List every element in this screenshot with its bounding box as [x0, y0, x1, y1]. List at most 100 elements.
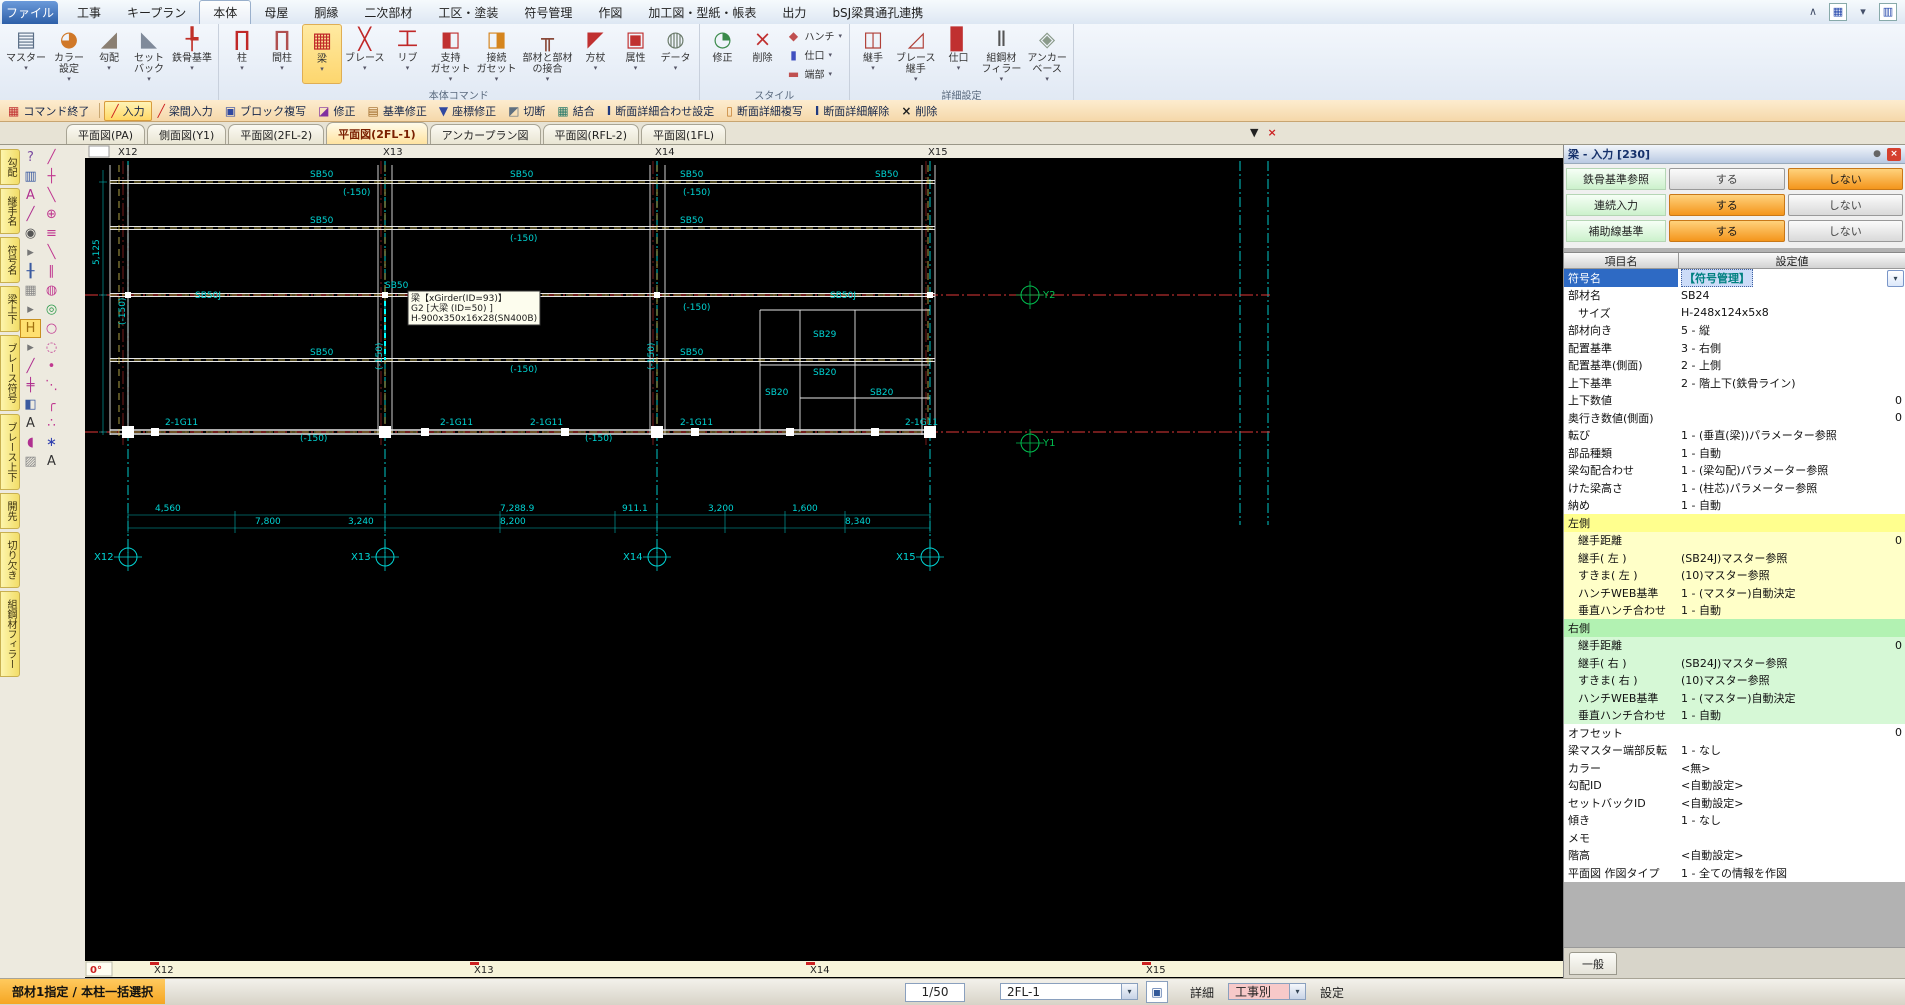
command-button-10[interactable]: ▯ 断面詳細複写 [720, 102, 809, 120]
property-row-20[interactable]: 右側 [1564, 619, 1905, 637]
property-value-16[interactable]: (SB24J)マスター参照 [1678, 549, 1905, 567]
ribbon-button-1-7[interactable]: ╥ 部材と部材 の接合 ▾ [520, 24, 576, 84]
menu-item-11[interactable]: bSJ梁貫通孔連携 [819, 0, 936, 24]
help-tool-icon[interactable]: ? [20, 148, 41, 167]
ribbon-button-1-10[interactable]: ◍ データ ▾ [656, 24, 696, 84]
property-row-18[interactable]: ハンチWEB基準 1 - (マスター)自動決定 [1564, 584, 1905, 602]
toggle-off-button-0[interactable]: しない [1787, 168, 1903, 190]
menu-item-8[interactable]: 作図 [585, 0, 635, 24]
property-row-10[interactable]: 部品種類 1 - 自動 [1564, 444, 1905, 462]
dotted-line-tool-icon[interactable]: ⋱ [41, 376, 62, 395]
cad-canvas[interactable]: X12 X13 X14 X15 X12 X13 X14 X15 0° X12 X13 X14 X15 Y2… [85, 145, 1563, 978]
concentric-circle-tool-icon[interactable]: ◎ [41, 300, 62, 319]
offset-line-tool-icon[interactable]: ╲ [41, 243, 62, 262]
sidebar-tab-7[interactable]: 切り欠き [0, 532, 20, 588]
window-icon[interactable]: ▥ [1879, 3, 1897, 21]
fill-tool-icon[interactable]: ◧ [20, 395, 41, 414]
file-menu-button[interactable]: ファイル [2, 1, 58, 24]
property-value-12[interactable]: 1 - (柱芯)パラメーター参照 [1678, 479, 1905, 497]
view-tab-4[interactable]: アンカープラン図 [429, 124, 541, 144]
floor-select[interactable]: 2FL-1 ▾ [1000, 983, 1138, 1000]
sidebar-tab-2[interactable]: 符号名 [0, 237, 20, 283]
chevron-down-icon[interactable]: ▾ [1887, 270, 1904, 287]
property-value-34[interactable]: 1 - 全ての情報を作図 [1678, 864, 1905, 882]
ribbon-button-2-1[interactable]: × 削除 [743, 24, 783, 84]
property-row-28[interactable]: カラー <無> [1564, 759, 1905, 777]
ribbon-button-1-9[interactable]: ▣ 属性 ▾ [616, 24, 656, 84]
menu-item-1[interactable]: キープラン [114, 0, 199, 24]
ribbon-button-1-4[interactable]: 工リブ ▾ [388, 24, 428, 84]
property-row-4[interactable]: 配置基準 3 - 右側 [1564, 339, 1905, 357]
property-value-13[interactable]: 1 - 自動 [1678, 497, 1905, 515]
command-button-3[interactable]: ▣ ブロック複写 [219, 102, 312, 120]
property-row-12[interactable]: けた梁高さ 1 - (柱芯)パラメーター参照 [1564, 479, 1905, 497]
command-button-2[interactable]: ╱ 梁間入力 [152, 102, 219, 120]
command-button-6[interactable]: ▼ 座標修正 [433, 102, 502, 120]
property-row-9[interactable]: 転び 1 - (垂直(梁))パラメーター参照 [1564, 426, 1905, 445]
circle-center-tool-icon[interactable]: ⊕ [41, 205, 62, 224]
ribbon-button-1-0[interactable]: ∏ 柱 ▾ [222, 24, 262, 84]
ribbon-button-1-3[interactable]: ╳ ブレース ▾ [342, 24, 388, 84]
property-value-26[interactable]: 0 [1678, 724, 1905, 742]
close-view-icon[interactable]: × [1267, 126, 1276, 140]
expand-icon-1-icon[interactable]: ▸ [20, 243, 41, 262]
collapse-ribbon-icon[interactable]: ∧ [1804, 3, 1822, 21]
parallel-lines-tool-icon[interactable]: ≡ [41, 224, 62, 243]
ribbon-small-button-2-2[interactable]: ▬ 端部 ▾ [787, 65, 843, 82]
property-row-22[interactable]: 継手( 右 ) (SB24J)マスター参照 [1564, 654, 1905, 672]
double-line-tool-icon[interactable]: ∥ [41, 262, 62, 281]
point-circle-tool-icon[interactable]: ◍ [41, 281, 62, 300]
menu-item-9[interactable]: 加工図・型紙・帳表 [635, 0, 769, 24]
tab-scroll-icon[interactable]: ▼ [1250, 126, 1258, 140]
ribbon-small-button-2-0[interactable]: ◆ ハンチ ▾ [787, 27, 842, 44]
property-value-32[interactable] [1678, 829, 1905, 847]
view-tab-5[interactable]: 平面図(RFL-2) [542, 124, 639, 144]
property-row-29[interactable]: 勾配ID <自動設定> [1564, 776, 1905, 795]
property-row-19[interactable]: 垂直ハンチ合わせ 1 - 自動 [1564, 601, 1905, 619]
menu-item-0[interactable]: 工事 [64, 0, 114, 24]
settings-label[interactable]: 設定 [1320, 984, 1344, 1001]
property-row-34[interactable]: 平面図 作図タイプ 1 - 全ての情報を作図 [1564, 864, 1905, 882]
hatch-tool-icon[interactable]: ▨ [20, 452, 41, 471]
calendar-icon[interactable]: ▦ [1829, 3, 1847, 21]
ribbon-button-3-2[interactable]: ▊ 仕口 ▾ [939, 24, 979, 84]
h-steel-tool-icon[interactable]: H [20, 319, 41, 338]
ribbon-button-0-0[interactable]: ▤ マスター ▾ [3, 24, 49, 84]
property-value-15[interactable]: 0 [1678, 532, 1905, 550]
ribbon-button-3-4[interactable]: ◈ アンカー ベース ▾ [1024, 24, 1070, 84]
ribbon-button-3-0[interactable]: ◫ 継手 ▾ [853, 24, 893, 84]
dimension-tool-icon[interactable]: ╱ [20, 357, 41, 376]
layer-button[interactable]: ▣ [1146, 981, 1168, 1003]
command-button-4[interactable]: ◪ 修正 [312, 102, 361, 120]
property-row-30[interactable]: セットバックID <自動設定> [1564, 794, 1905, 812]
property-value-31[interactable]: 1 - なし [1678, 812, 1905, 830]
property-value-8[interactable]: 0 [1678, 409, 1905, 427]
sidebar-tab-4[interactable]: ブレース符号 [0, 335, 20, 411]
font-tool-icon[interactable]: A [20, 414, 41, 433]
axis-tool-icon[interactable]: ╪ [20, 376, 41, 395]
menu-item-10[interactable]: 出力 [769, 0, 819, 24]
chevron-down-icon[interactable]: ▾ [1289, 984, 1305, 999]
scale-input[interactable]: 1/50 [905, 983, 965, 1002]
ribbon-button-1-2[interactable]: ▦ 梁 ▾ [302, 24, 342, 84]
property-row-3[interactable]: 部材向き 5 - 縦 [1564, 321, 1905, 339]
property-row-27[interactable]: 梁マスター端部反転 1 - なし [1564, 741, 1905, 759]
property-value-2[interactable]: H-248x124x5x8 [1678, 304, 1905, 322]
property-row-23[interactable]: すきま( 右 ) (10)マスター参照 [1564, 671, 1905, 689]
command-button-9[interactable]: Ⅰ 断面詳細合わせ設定 [601, 102, 720, 120]
property-row-25[interactable]: 垂直ハンチ合わせ 1 - 自動 [1564, 706, 1905, 724]
command-button-8[interactable]: ▦ 結合 [551, 102, 600, 120]
property-row-6[interactable]: 上下基準 2 - 階上下(鉄骨ライン) [1564, 374, 1905, 392]
ribbon-button-0-2[interactable]: ◢ 勾配 ▾ [89, 24, 129, 84]
property-value-9[interactable]: 1 - (垂直(梁))パラメーター参照 [1678, 427, 1905, 445]
view-tab-1[interactable]: 側面図(Y1) [147, 124, 227, 144]
property-value-5[interactable]: 2 - 上側 [1678, 357, 1905, 375]
sidebar-tab-8[interactable]: 組鋼材フィラー [0, 591, 20, 677]
property-row-2[interactable]: サイズ H-248x124x5x8 [1564, 304, 1905, 322]
sidebar-tab-5[interactable]: ブレース上下 [0, 414, 20, 490]
sidebar-tab-0[interactable]: 勾配 [0, 149, 20, 185]
property-value-29[interactable]: <自動設定> [1678, 777, 1905, 795]
property-value-20[interactable] [1678, 619, 1905, 637]
property-value-14[interactable] [1678, 514, 1905, 532]
ribbon-button-1-6[interactable]: ◨ 接続 ガセット ▾ [474, 24, 520, 84]
